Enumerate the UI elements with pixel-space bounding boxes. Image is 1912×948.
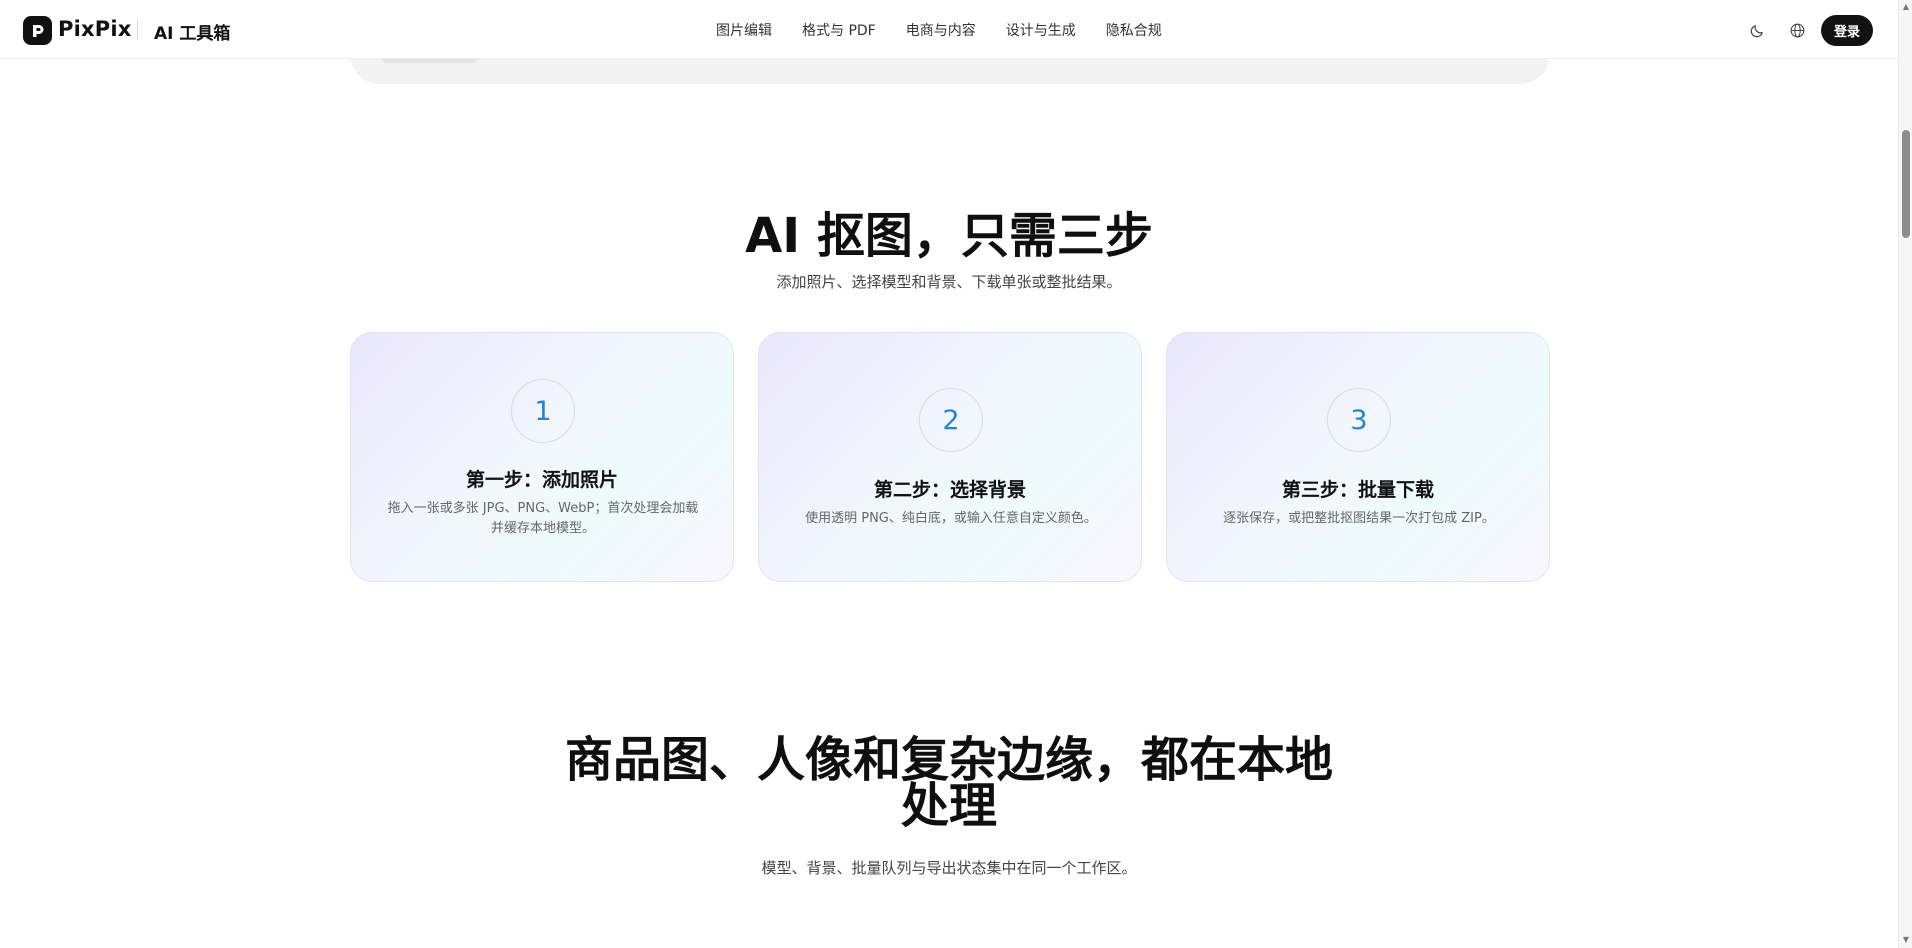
nav-item-design[interactable]: 设计与生成 xyxy=(1006,20,1076,40)
step-description-line: 并缓存本地模型。 xyxy=(490,521,595,536)
page-scrollbar[interactable]: ▲ ▼ xyxy=(1898,0,1912,948)
local-section-subtitle: 模型、背景、批量队列与导出状态集中在同一个工作区。 xyxy=(761,859,1137,877)
step-description: 使用透明 PNG、纯白底，或输入任意自定义颜色。 xyxy=(805,511,1097,526)
tools-title[interactable]: AI 工具箱 xyxy=(154,19,230,44)
scroll-up-icon[interactable]: ▲ xyxy=(1901,2,1911,12)
local-section-title-line: 处理 xyxy=(900,778,997,834)
scrollbar-thumb[interactable] xyxy=(1902,130,1910,238)
step-number-badge: 3 xyxy=(1327,388,1391,452)
step-card-1: 1 第一步：添加照片 拖入一张或多张 JPG、PNG、WebP；首次处理会加载 … xyxy=(350,332,734,582)
steps-section-subtitle: 添加照片、选择模型和背景、下载单张或整批结果。 xyxy=(776,273,1122,291)
step-title: 第二步：选择背景 xyxy=(873,479,1026,501)
brand-divider xyxy=(137,20,138,40)
step-description: 拖入一张或多张 JPG、PNG、WebP；首次处理会加载 并缓存本地模型。 xyxy=(373,499,713,539)
step-number-badge: 1 xyxy=(511,379,575,443)
pixpix-logo-icon[interactable] xyxy=(23,16,52,45)
step-number-badge: 2 xyxy=(919,388,983,452)
brand-name[interactable]: PixPix xyxy=(58,17,131,41)
main-nav: 图片编辑 格式与 PDF 电商与内容 设计与生成 隐私合规 xyxy=(716,20,1162,40)
local-section-title-line: 商品图、人像和复杂边缘，都在本地 xyxy=(564,732,1333,788)
step-description: 逐张保存，或把整批抠图结果一次打包成 ZIP。 xyxy=(1223,511,1495,526)
nav-item-ecommerce[interactable]: 电商与内容 xyxy=(906,20,976,40)
moon-icon[interactable] xyxy=(1747,20,1767,40)
nav-item-image-edit[interactable]: 图片编辑 xyxy=(716,20,772,40)
step-description-line: 拖入一张或多张 JPG、PNG、WebP；首次处理会加载 xyxy=(387,501,699,516)
step-title: 第一步：添加照片 xyxy=(465,469,618,491)
step-card-3: 3 第三步：批量下载 逐张保存，或把整批抠图结果一次打包成 ZIP。 xyxy=(1166,332,1550,582)
step-card-2: 2 第二步：选择背景 使用透明 PNG、纯白底，或输入任意自定义颜色。 xyxy=(758,332,1142,582)
scroll-down-icon[interactable]: ▼ xyxy=(1901,935,1911,945)
globe-icon[interactable] xyxy=(1787,20,1807,40)
nav-item-format-pdf[interactable]: 格式与 PDF xyxy=(802,20,876,40)
login-button[interactable]: 登录 xyxy=(1821,15,1873,46)
nav-item-privacy[interactable]: 隐私合规 xyxy=(1106,20,1162,40)
step-title: 第三步：批量下载 xyxy=(1281,479,1434,501)
top-header: PixPix AI 工具箱 图片编辑 格式与 PDF 电商与内容 设计与生成 隐… xyxy=(0,0,1898,59)
local-section-title: 商品图、人像和复杂边缘，都在本地 处理 xyxy=(0,732,1898,834)
steps-section-title: AI 抠图，只需三步 xyxy=(745,208,1153,264)
